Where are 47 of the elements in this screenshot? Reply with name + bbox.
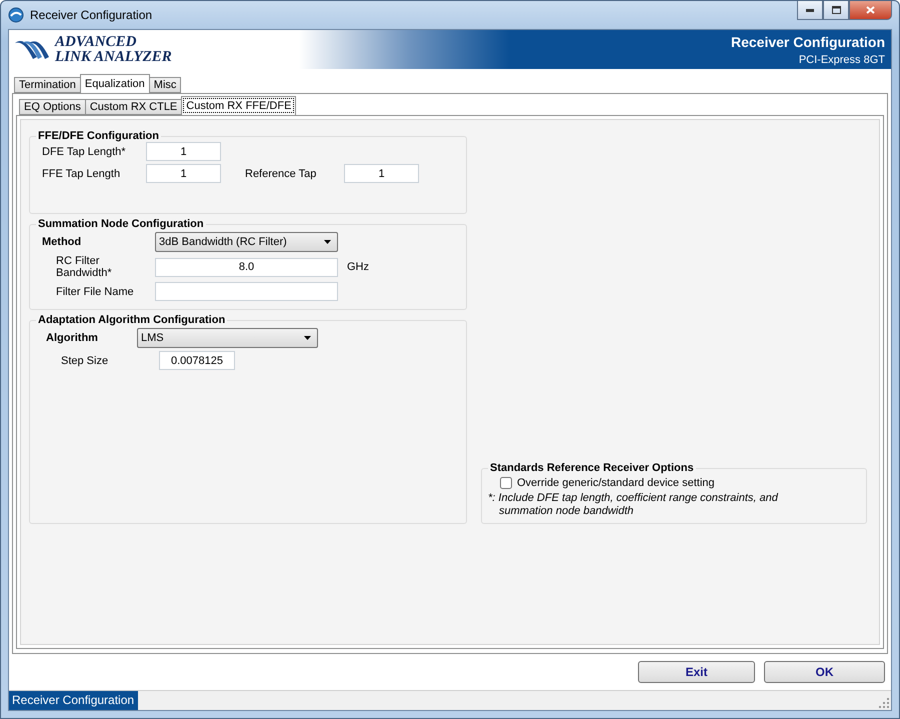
input-field[interactable] xyxy=(155,282,338,301)
banner-subtitle: PCI-Express 8GT xyxy=(798,54,885,66)
group-title: Summation Node Configuration xyxy=(37,218,205,230)
maximize-icon xyxy=(832,6,840,14)
field-label: Method xyxy=(41,236,82,248)
field-label: Algorithm xyxy=(45,332,99,344)
app-icon xyxy=(8,7,24,23)
close-button[interactable] xyxy=(849,1,892,20)
group-title: FFE/DFE Configuration xyxy=(37,130,160,142)
tab[interactable]: Custom RX CTLE xyxy=(84,99,182,115)
logo-text: LINK ANALYZER xyxy=(55,50,172,64)
minimize-button[interactable] xyxy=(797,1,823,20)
field-label: Step Size xyxy=(60,354,110,366)
input-field[interactable]: 1 xyxy=(146,164,221,183)
caret-icon xyxy=(304,336,311,340)
input-field[interactable]: 0.0078125 xyxy=(159,351,235,370)
unit-label: GHz xyxy=(347,261,369,273)
caret-icon xyxy=(324,240,331,244)
footnote-text: *: Include DFE tap length, coefficient range constraints, and summation node bandwidth xyxy=(488,492,780,518)
checkbox[interactable] xyxy=(500,477,512,489)
window-title: Receiver Configuration xyxy=(30,8,152,22)
ok-button[interactable]: OK xyxy=(764,661,885,683)
input-field[interactable]: 8.0 xyxy=(155,258,338,276)
resize-grip-icon xyxy=(879,698,889,708)
tab[interactable]: Custom RX FFE/DFE xyxy=(181,96,296,115)
exit-button[interactable]: Exit xyxy=(638,661,755,683)
input-field[interactable]: 1 xyxy=(146,142,221,161)
algorithm-dropdown[interactable]: LMS xyxy=(137,328,318,348)
close-icon xyxy=(866,6,875,14)
checkbox-label: Override generic/standard device setting xyxy=(517,477,714,489)
group-title: Adaptation Algorithm Configuration xyxy=(37,314,226,326)
tab[interactable]: Termination xyxy=(14,77,81,93)
field-label: FFE Tap Length xyxy=(41,168,122,180)
input-field[interactable]: 1 xyxy=(344,164,419,183)
banner-title: Receiver Configuration xyxy=(730,34,885,50)
tab[interactable]: Misc xyxy=(148,77,182,93)
field-label: RC Filter Bandwidth* xyxy=(55,255,113,279)
minimize-icon xyxy=(806,8,814,12)
tab[interactable]: EQ Options xyxy=(19,99,86,115)
logo-text: ADVANCED xyxy=(55,34,138,50)
status-text: Receiver Configuration xyxy=(9,691,138,710)
field-label: Reference Tap xyxy=(244,168,318,180)
field-label: Filter File Name xyxy=(55,286,135,298)
maximize-button[interactable] xyxy=(823,1,849,20)
method-dropdown[interactable]: 3dB Bandwidth (RC Filter) xyxy=(155,232,338,252)
group-title: Standards Reference Receiver Options xyxy=(489,462,695,474)
field-label: DFE Tap Length* xyxy=(41,146,127,158)
